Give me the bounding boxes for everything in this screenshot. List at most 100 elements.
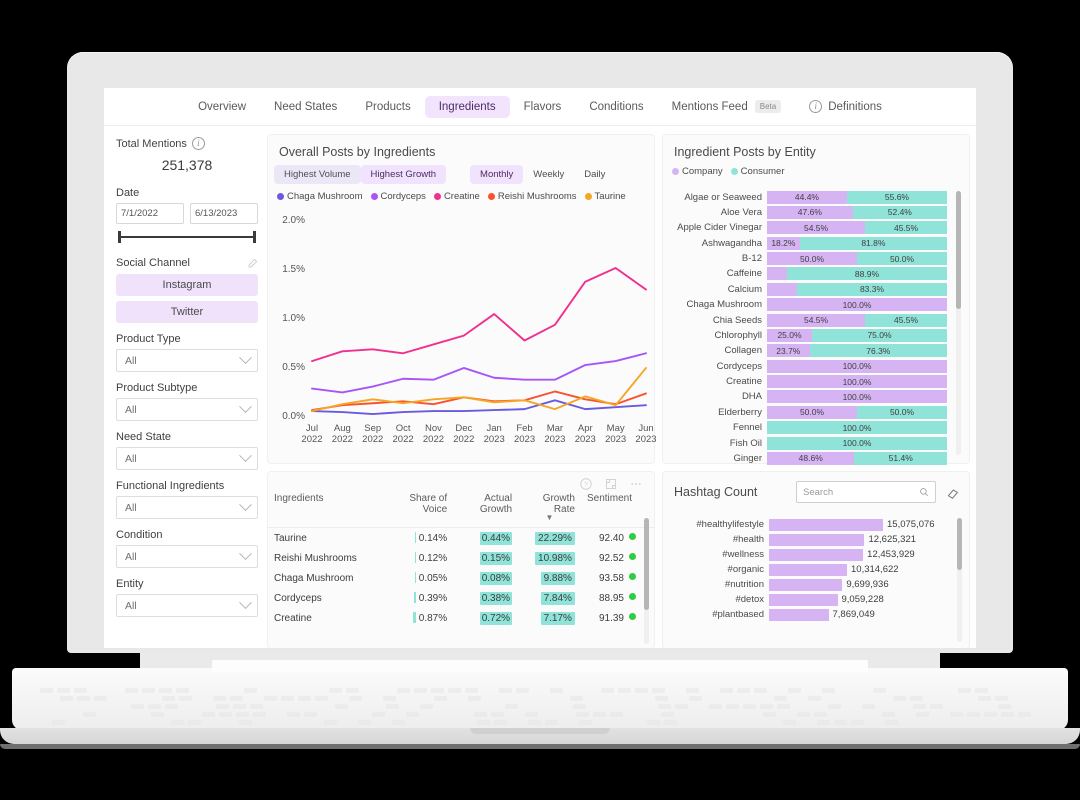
table-scrollbar-thumb[interactable]: [644, 518, 649, 610]
channel-chip-twitter[interactable]: Twitter: [116, 301, 258, 323]
info-icon: i: [809, 100, 822, 113]
col-ingredients[interactable]: Ingredients: [268, 490, 388, 528]
legend-item-chaga-mushroom[interactable]: Chaga Mushroom: [277, 191, 363, 202]
legend-item-creatine[interactable]: Creatine: [434, 191, 480, 202]
entity-row[interactable]: Chlorophyll 25.0% 75.0%: [671, 328, 947, 342]
legend-item-reishi-mushrooms[interactable]: Reishi Mushrooms: [488, 191, 577, 202]
filter-select-need-state[interactable]: All: [116, 447, 258, 470]
eraser-icon[interactable]: [946, 486, 959, 499]
keyboard-key: [346, 688, 359, 693]
filter-value-functional-ingredients: All: [125, 502, 137, 514]
col-actual-growth[interactable]: Actual Growth: [453, 490, 518, 528]
keyboard-key: [448, 688, 461, 693]
slider-handle-left[interactable]: [118, 231, 121, 243]
channel-chip-instagram[interactable]: Instagram: [116, 274, 258, 296]
pill-weekly[interactable]: Weekly: [523, 165, 574, 184]
tab-conditions[interactable]: Conditions: [575, 96, 657, 118]
entity-row[interactable]: Fennel 100.0%: [671, 421, 947, 435]
hashtag-scrollbar-thumb[interactable]: [957, 518, 962, 570]
hashtag-row[interactable]: #detox 9,059,228: [671, 593, 949, 607]
date-start-input[interactable]: 7/1/2022: [116, 203, 184, 224]
filter-select-product-type[interactable]: All: [116, 349, 258, 372]
legend-item-taurine[interactable]: Taurine: [585, 191, 626, 202]
keyboard-key: [176, 688, 189, 693]
tab-definitions[interactable]: i Definitions: [795, 95, 896, 118]
help-icon[interactable]: ?: [580, 478, 592, 490]
entity-row[interactable]: Creatine 100.0%: [671, 375, 947, 389]
hashtag-row[interactable]: #wellness 12,453,929: [671, 548, 949, 562]
svg-text:May: May: [607, 423, 625, 434]
entity-row[interactable]: Fish Oil 100.0%: [671, 436, 947, 450]
entity-row-label: Elderberry: [671, 407, 767, 418]
total-mentions-info-icon[interactable]: i: [192, 137, 205, 150]
col-growth-rate[interactable]: Growth Rate ▼: [518, 490, 581, 528]
entity-row[interactable]: DHA 100.0%: [671, 390, 947, 404]
filter-select-condition[interactable]: All: [116, 545, 258, 568]
entity-row-bar: 54.5% 45.5%: [767, 221, 947, 234]
entity-row[interactable]: Collagen 23.7% 76.3%: [671, 344, 947, 358]
ingredients-table: Ingredients Share of Voice Actual Growth…: [268, 490, 654, 628]
tab-flavors[interactable]: Flavors: [510, 96, 576, 118]
date-end-input[interactable]: 6/13/2023: [190, 203, 258, 224]
hashtag-row[interactable]: #health 12,625,321: [671, 533, 949, 547]
entity-segment-company: [767, 283, 797, 296]
hashtag-row[interactable]: #organic 10,314,622: [671, 563, 949, 577]
entity-row[interactable]: Chia Seeds 54.5% 45.5%: [671, 313, 947, 327]
hashtag-row[interactable]: #nutrition 9,699,936: [671, 578, 949, 592]
entity-row[interactable]: Chaga Mushroom 100.0%: [671, 298, 947, 312]
entity-row[interactable]: B-12 50.0% 50.0%: [671, 252, 947, 266]
pill-monthly[interactable]: Monthly: [470, 165, 523, 184]
entity-row-label: Algae or Seaweed: [671, 192, 767, 203]
tab-overview[interactable]: Overview: [184, 96, 260, 118]
date-range-slider[interactable]: [116, 230, 258, 244]
pill-highest-growth[interactable]: Highest Growth: [361, 165, 446, 184]
tab-mentions-feed[interactable]: Mentions Feed Beta: [658, 95, 796, 118]
keyboard-key: [774, 696, 787, 701]
entity-row[interactable]: Ginger 48.6% 51.4%: [671, 451, 947, 465]
keyboard-key: [324, 720, 337, 725]
more-options-icon[interactable]: [630, 478, 642, 490]
pill-highest-volume[interactable]: Highest Volume: [274, 165, 361, 184]
entity-row[interactable]: Cordyceps 100.0%: [671, 359, 947, 373]
filter-select-entity[interactable]: All: [116, 594, 258, 617]
search-icon[interactable]: [919, 487, 929, 497]
table-row[interactable]: Cordyceps 0.39% 0.38% 7.84% 88.95: [268, 588, 654, 608]
filter-select-functional-ingredients[interactable]: All: [116, 496, 258, 519]
table-row[interactable]: Chaga Mushroom 0.05% 0.08% 9.88% 93.58: [268, 568, 654, 588]
keyboard-key: [244, 688, 257, 693]
svg-text:Mar: Mar: [547, 423, 563, 434]
tab-need-states[interactable]: Need States: [260, 96, 351, 118]
table-row[interactable]: Creatine 0.87% 0.72% 7.17% 91.39: [268, 608, 654, 628]
hashtag-search-input[interactable]: Search: [796, 481, 936, 503]
entity-row[interactable]: Caffeine 88.9%: [671, 267, 947, 281]
legend-item-cordyceps[interactable]: Cordyceps: [371, 191, 426, 202]
entity-segment-company: 25.0%: [767, 329, 812, 342]
filter-select-product-subtype[interactable]: All: [116, 398, 258, 421]
entity-row[interactable]: Ashwagandha 18.2% 81.8%: [671, 236, 947, 250]
col-share-of-voice[interactable]: Share of Voice: [388, 490, 453, 528]
keyboard-key: [233, 704, 246, 709]
keyboard-key: [618, 688, 631, 693]
entity-row[interactable]: Aloe Vera 47.6% 52.4%: [671, 205, 947, 219]
pill-daily[interactable]: Daily: [574, 165, 615, 184]
entity-row[interactable]: Elderberry 50.0% 50.0%: [671, 405, 947, 419]
entity-row-label: Chaga Mushroom: [671, 299, 767, 310]
entity-row-label: Ashwagandha: [671, 238, 767, 249]
tab-products[interactable]: Products: [351, 96, 424, 118]
table-row[interactable]: Reishi Mushrooms 0.12% 0.15% 10.98% 92.52: [268, 548, 654, 568]
filter-value-product-subtype: All: [125, 404, 137, 416]
slider-handle-right[interactable]: [253, 231, 256, 243]
entity-row[interactable]: Calcium 83.3%: [671, 282, 947, 296]
hashtag-row[interactable]: #plantbased 7,869,049: [671, 608, 949, 622]
hashtag-label: #wellness: [671, 549, 769, 560]
focus-mode-icon[interactable]: [605, 478, 617, 490]
entity-row[interactable]: Apple Cider Vinegar 54.5% 45.5%: [671, 221, 947, 235]
edit-pencil-icon[interactable]: [247, 258, 258, 269]
tab-ingredients[interactable]: Ingredients: [425, 96, 510, 118]
keyboard-key: [675, 704, 688, 709]
table-row[interactable]: Taurine 0.14% 0.44% 22.29% 92.40: [268, 528, 654, 549]
keyboard-key: [910, 696, 923, 701]
hashtag-row[interactable]: #healthylifestyle 15,075,076: [671, 518, 949, 532]
entity-row[interactable]: Algae or Seaweed 44.4% 55.6%: [671, 190, 947, 204]
entity-scrollbar-thumb[interactable]: [956, 191, 961, 309]
